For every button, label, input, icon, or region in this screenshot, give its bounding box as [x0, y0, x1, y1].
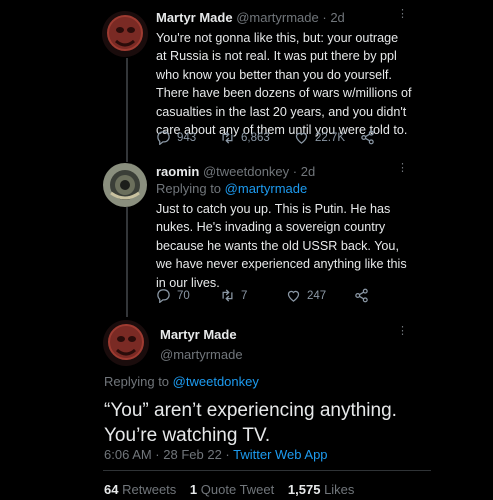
thread-line	[126, 207, 128, 317]
more-dots-icon[interactable]: ⋮	[397, 163, 408, 174]
like-button[interactable]: 247	[286, 288, 354, 303]
handle[interactable]: @tweetdonkey	[203, 164, 289, 179]
tweet-2[interactable]: raomin @tweetdonkey · 2d Replying to @ma…	[156, 164, 451, 292]
share-button[interactable]	[360, 130, 375, 145]
replying-to-label: Replying to	[156, 181, 222, 196]
display-name[interactable]: Martyr Made	[156, 10, 233, 25]
replying-to-label: Replying to	[104, 374, 170, 389]
retweet-count: 6,863	[241, 131, 270, 144]
like-count: 247	[307, 289, 327, 302]
tweet-1[interactable]: Martyr Made @martyrmade · 2d You're not …	[156, 10, 451, 139]
share-button[interactable]	[354, 288, 369, 303]
timestamp[interactable]: · 2d	[322, 10, 344, 25]
display-name[interactable]: Martyr Made	[160, 327, 243, 342]
quote-tweets-stat[interactable]: 1 Quote Tweet	[190, 482, 274, 497]
engagement-stats: 64 Retweets 1 Quote Tweet 1,575 Likes	[104, 482, 354, 497]
tweet-timestamp[interactable]: 6:06 AM · 28 Feb 22 ·	[104, 447, 230, 462]
avatar[interactable]	[102, 11, 148, 57]
timestamp[interactable]: · 2d	[293, 164, 315, 179]
display-name[interactable]: raomin	[156, 164, 199, 179]
retweets-stat[interactable]: 64 Retweets	[104, 482, 176, 497]
share-icon	[355, 288, 368, 303]
tweet-text: Just to catch you up. This is Putin. He …	[156, 202, 407, 290]
divider	[103, 470, 431, 471]
retweet-icon	[222, 289, 233, 302]
reply-button[interactable]: 70	[156, 288, 220, 303]
more-dots-icon[interactable]: ⋮	[397, 326, 408, 337]
retweet-icon	[222, 131, 233, 144]
share-icon	[361, 130, 374, 145]
avatar[interactable]	[103, 163, 147, 207]
handle[interactable]: @martyrmade	[236, 10, 319, 25]
likes-stat[interactable]: 1,575 Likes	[288, 482, 355, 497]
avatar[interactable]	[103, 320, 149, 366]
reply-button[interactable]: 943	[156, 130, 220, 145]
replying-to-link[interactable]: @martyrmade	[225, 181, 308, 196]
handle[interactable]: @martyrmade	[160, 347, 243, 362]
tweet-text: You're not gonna like this, but: your ou…	[156, 31, 412, 138]
tweet-actions: 943 6,863 22.7K	[156, 130, 375, 145]
main-tweet-text: “You” aren’t experiencing anything. You’…	[104, 400, 397, 446]
thread-line	[126, 58, 128, 162]
retweet-count: 7	[241, 289, 248, 302]
retweet-button[interactable]: 7	[220, 288, 286, 303]
reply-count: 943	[177, 131, 197, 144]
heart-icon	[295, 132, 308, 144]
like-count: 22.7K	[315, 131, 346, 144]
more-dots-icon[interactable]: ⋮	[397, 9, 408, 20]
retweet-button[interactable]: 6,863	[220, 130, 294, 145]
reply-icon	[157, 289, 170, 303]
heart-icon	[287, 290, 300, 302]
reply-icon	[157, 131, 170, 145]
replying-to-link[interactable]: @tweetdonkey	[173, 374, 259, 389]
like-button[interactable]: 22.7K	[294, 130, 360, 145]
tweet-actions: 70 7 247	[156, 288, 369, 303]
reply-count: 70	[177, 289, 190, 302]
tweet-source[interactable]: Twitter Web App	[233, 447, 327, 462]
